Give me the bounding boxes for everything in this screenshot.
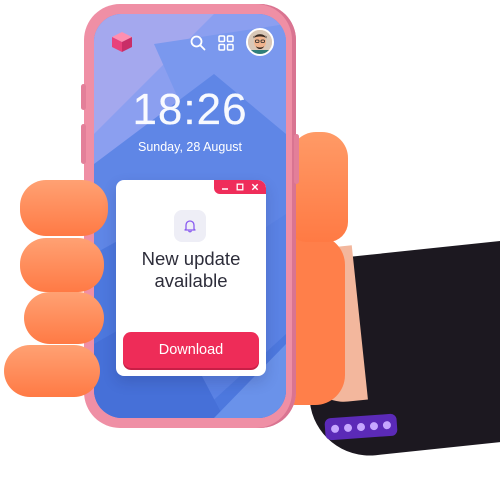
stage: 18:26 Sunday, 28 August New update avail… (0, 0, 500, 500)
bell-icon (184, 220, 196, 233)
phone-side-button (81, 124, 86, 164)
user-avatar[interactable] (246, 28, 274, 56)
dialog-window-controls (214, 180, 266, 194)
lockscreen-date: Sunday, 28 August (137, 140, 243, 154)
dialog-title-line1: New update (141, 248, 241, 269)
lockscreen-time: 18:26 (132, 85, 248, 134)
minimize-icon[interactable] (220, 182, 230, 192)
bell-icon-container (174, 210, 206, 242)
download-button[interactable]: Download (123, 332, 259, 368)
dialog-title: New update available (116, 248, 266, 292)
close-icon[interactable] (250, 182, 260, 192)
finger (20, 180, 108, 236)
cube-logo-icon (112, 32, 132, 52)
maximize-icon[interactable] (235, 182, 245, 192)
phone-side-button (81, 84, 86, 110)
phone-power-button (294, 134, 299, 184)
dialog-title-line2: available (154, 270, 228, 291)
avatar-face-icon (248, 30, 272, 54)
finger (24, 292, 104, 344)
finger (20, 238, 104, 292)
finger (4, 345, 100, 397)
search-icon[interactable] (189, 34, 207, 52)
apps-grid-icon[interactable] (218, 35, 234, 51)
update-dialog: New update available Download (116, 180, 266, 376)
